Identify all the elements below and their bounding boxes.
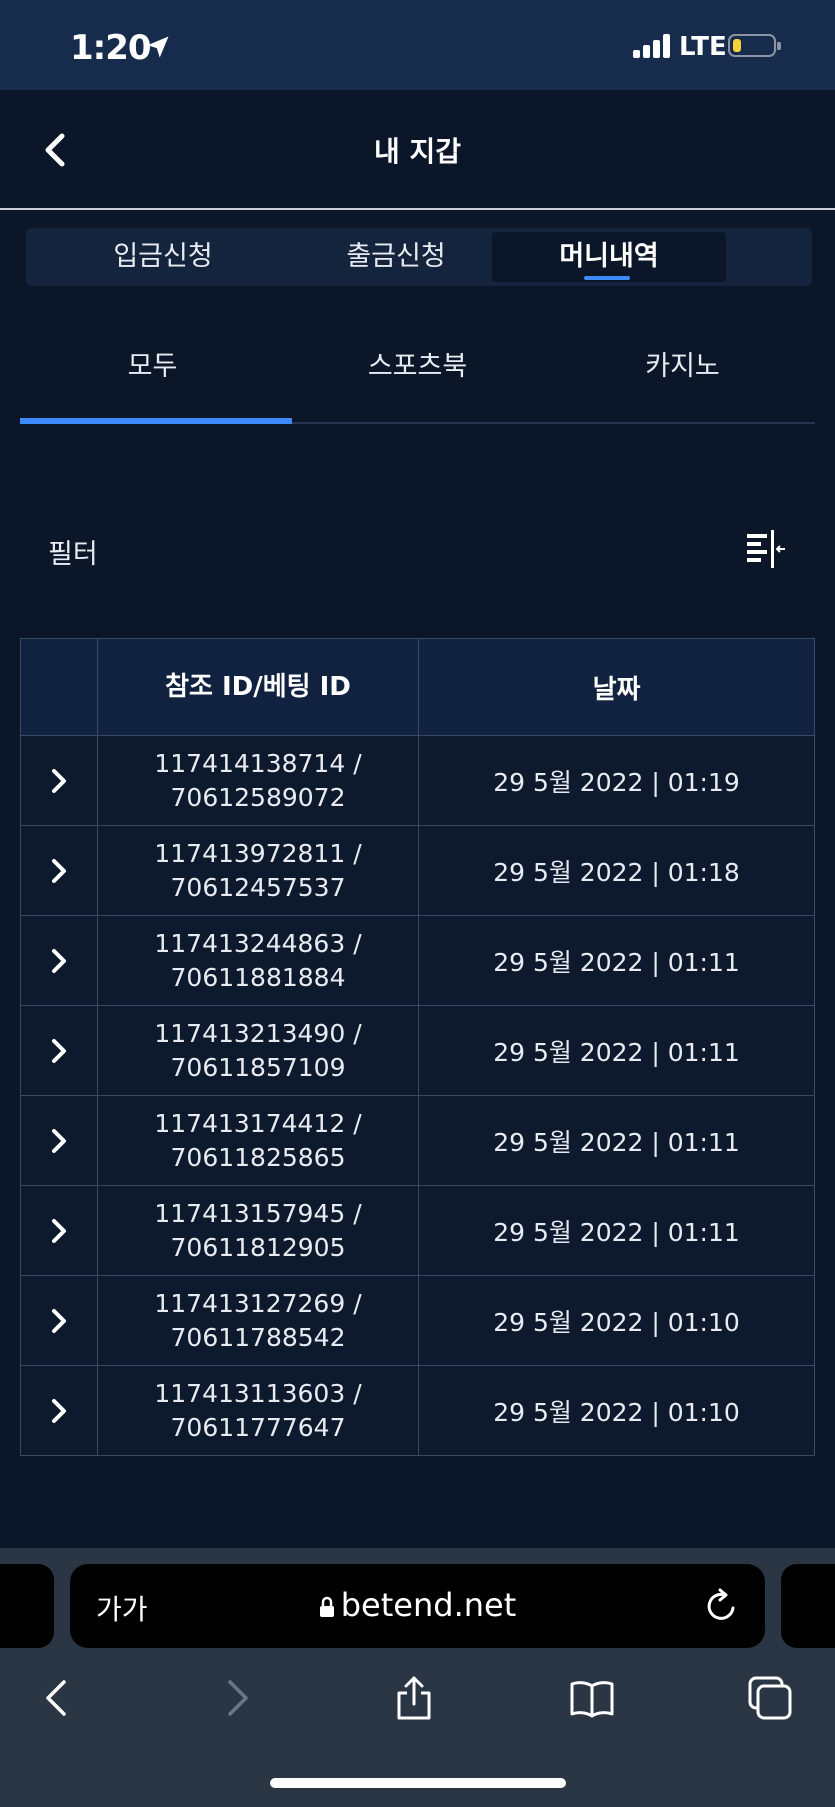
reference-id-cell: 117413174412 / 70611825865 [97, 1095, 419, 1186]
table-row[interactable]: 117413174412 / 70611825865 29 5월 2022 | 0… [20, 1095, 815, 1186]
ref-id: 117413113603 / [154, 1378, 362, 1408]
reference-id-cell: 117413113603 / 70611777647 [97, 1365, 419, 1456]
expand-cell[interactable] [20, 1095, 98, 1186]
date-cell: 29 5월 2022 | 01:11 [418, 1005, 815, 1096]
bet-id: 70611825865 [170, 1142, 346, 1172]
page-header: 내 지갑 [0, 90, 835, 210]
chevron-right-icon [52, 1309, 66, 1333]
chevron-right-icon [52, 1219, 66, 1243]
reference-id-cell: 117413972811 / 70612457537 [97, 825, 419, 916]
status-bar: 1:20 LTE [0, 0, 835, 90]
date-cell: 29 5월 2022 | 01:19 [418, 735, 815, 826]
table-row[interactable]: 117414138714 / 70612589072 29 5월 2022 | 0… [20, 735, 815, 826]
date-cell: 29 5월 2022 | 01:11 [418, 1095, 815, 1186]
lock-icon [319, 1596, 334, 1617]
tab-withdraw-request[interactable]: 출금신청 [279, 232, 513, 282]
date-cell: 29 5월 2022 | 01:11 [418, 915, 815, 1006]
tab-all[interactable]: 모두 [20, 344, 285, 383]
ref-id: 117414138714 / [154, 748, 362, 778]
active-category-indicator [20, 418, 292, 424]
transaction-table: 참조 ID/베팅 ID 날짜 117414138714 / 70612589072… [20, 638, 815, 1456]
bookmarks-icon[interactable] [568, 1674, 616, 1722]
next-tab-preview[interactable] [781, 1564, 835, 1648]
address-bar[interactable]: 가가 betend.net [70, 1564, 765, 1648]
reference-id-cell: 117414138714 / 70612589072 [97, 735, 419, 826]
expand-cell[interactable] [20, 1005, 98, 1096]
home-indicator [270, 1778, 566, 1788]
ref-id: 117413127269 / [154, 1288, 362, 1318]
table-row[interactable]: 117413213490 / 70611857109 29 5월 2022 | 0… [20, 1005, 815, 1096]
battery-icon [728, 34, 781, 57]
expand-cell[interactable] [20, 1185, 98, 1276]
ref-id: 117413244863 / [154, 928, 362, 958]
filter-toggle-icon[interactable] [745, 530, 787, 570]
table-row[interactable]: 117413972811 / 70612457537 29 5월 2022 | 0… [20, 825, 815, 916]
reference-id-cell: 117413157945 / 70611812905 [97, 1185, 419, 1276]
bet-id: 70611788542 [170, 1322, 346, 1352]
table-row[interactable]: 117413113603 / 70611777647 29 5월 2022 | 0… [20, 1365, 815, 1456]
previous-tab-preview[interactable] [0, 1564, 54, 1648]
cellular-signal-icon [633, 34, 673, 58]
bet-id: 70611777647 [170, 1412, 346, 1442]
expand-cell[interactable] [20, 1365, 98, 1456]
bet-id: 70611881884 [170, 962, 346, 992]
table-row[interactable]: 117413244863 / 70611881884 29 5월 2022 | 0… [20, 915, 815, 1006]
category-tabs: 모두 스포츠북 카지노 [20, 330, 815, 424]
date-cell: 29 5월 2022 | 01:18 [418, 825, 815, 916]
network-type: LTE [679, 32, 727, 62]
reference-id-cell: 117413244863 / 70611881884 [97, 915, 419, 1006]
date-cell: 29 5월 2022 | 01:10 [418, 1275, 815, 1366]
table-row[interactable]: 117413157945 / 70611812905 29 5월 2022 | 0… [20, 1185, 815, 1276]
ref-id: 117413174412 / [154, 1108, 362, 1138]
ref-id: 117413213490 / [154, 1018, 362, 1048]
bet-id: 70612457537 [170, 872, 346, 902]
tab-deposit-request[interactable]: 입금신청 [46, 232, 280, 282]
expand-cell[interactable] [20, 735, 98, 826]
tab-money-history[interactable]: 머니내역 [492, 232, 726, 282]
browser-back-icon[interactable] [34, 1674, 82, 1722]
header-expand [20, 638, 98, 736]
expand-cell[interactable] [20, 915, 98, 1006]
ref-id: 117413972811 / [154, 838, 362, 868]
tab-money-history-label: 머니내역 [559, 241, 659, 272]
bet-id: 70611857109 [170, 1052, 346, 1082]
tab-casino[interactable]: 카지노 [550, 344, 815, 383]
ref-id: 117413157945 / [154, 1198, 362, 1228]
reference-id-cell: 117413213490 / 70611857109 [97, 1005, 419, 1096]
header-reference-id: 참조 ID/베팅 ID [97, 638, 419, 736]
chevron-right-icon [52, 1039, 66, 1063]
bet-id: 70611812905 [170, 1232, 346, 1262]
expand-cell[interactable] [20, 1275, 98, 1366]
filter-label: 필터 [48, 539, 98, 570]
date-cell: 29 5월 2022 | 01:10 [418, 1365, 815, 1456]
header-date: 날짜 [418, 638, 815, 736]
chevron-right-icon [52, 769, 66, 793]
tab-sportsbook[interactable]: 스포츠북 [285, 344, 550, 383]
expand-cell[interactable] [20, 825, 98, 916]
active-tab-indicator [584, 276, 630, 280]
page-title: 내 지갑 [373, 135, 462, 168]
chevron-right-icon [52, 949, 66, 973]
table-header-row: 참조 ID/베팅 ID 날짜 [20, 638, 815, 736]
tabs-icon[interactable] [746, 1674, 794, 1722]
chevron-right-icon [52, 1399, 66, 1423]
reload-icon[interactable] [705, 1588, 739, 1624]
share-icon[interactable] [390, 1674, 438, 1722]
location-arrow-icon [147, 36, 169, 58]
url-text: betend.net [340, 1586, 517, 1624]
date-cell: 29 5월 2022 | 01:11 [418, 1185, 815, 1276]
url-display[interactable]: betend.net [70, 1586, 765, 1624]
reference-id-cell: 117413127269 / 70611788542 [97, 1275, 419, 1366]
table-row[interactable]: 117413127269 / 70611788542 29 5월 2022 | 0… [20, 1275, 815, 1366]
wallet-segment-tabs: 입금신청 출금신청 머니내역 [26, 228, 812, 286]
chevron-right-icon [52, 1129, 66, 1153]
chevron-right-icon [52, 859, 66, 883]
browser-forward-icon[interactable] [212, 1674, 260, 1722]
status-time: 1:20 [70, 28, 152, 68]
bet-id: 70612589072 [170, 782, 346, 812]
